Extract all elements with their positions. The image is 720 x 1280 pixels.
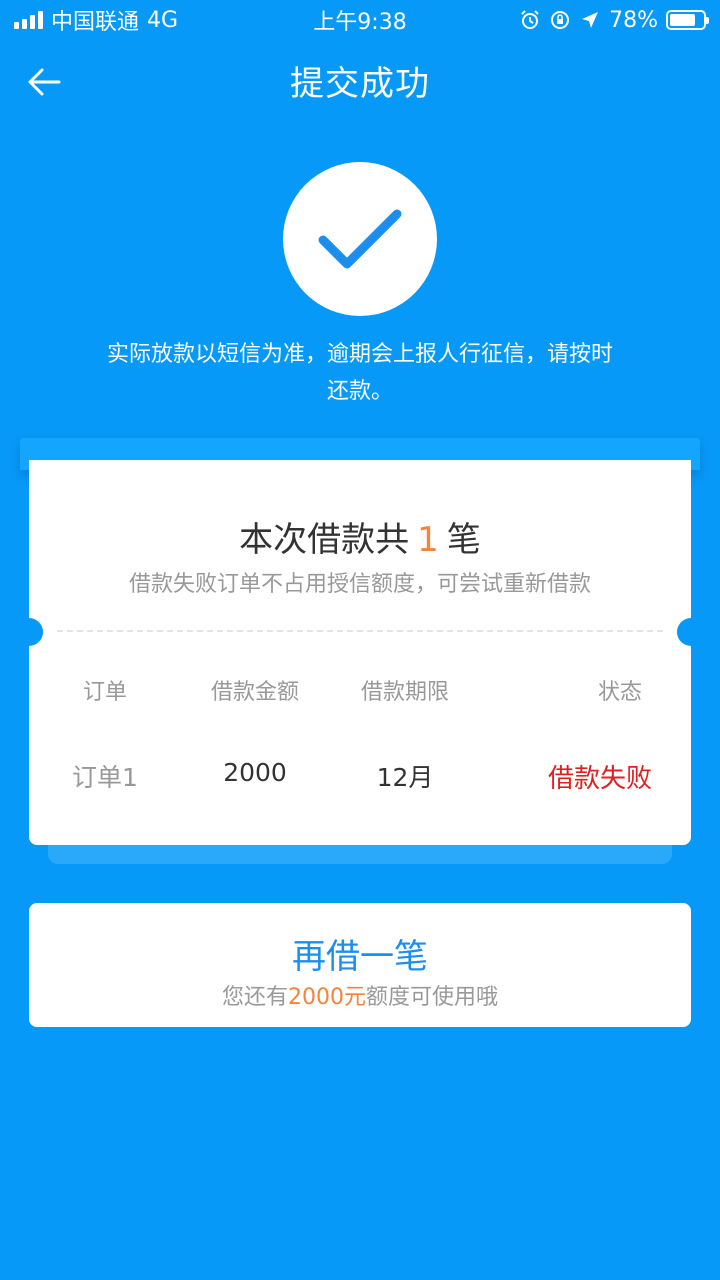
success-badge bbox=[283, 162, 437, 316]
network-label: 4G bbox=[147, 7, 179, 33]
header-order: 订单 bbox=[82, 680, 127, 705]
header-status: 状态 bbox=[597, 680, 642, 705]
loan-failure-hint: 借款失败订单不占用授信额度，可尝试重新借款 bbox=[128, 572, 591, 597]
row-order: 订单1 bbox=[72, 763, 138, 792]
nav-bar: 提交成功 bbox=[0, 40, 720, 120]
check-icon bbox=[318, 209, 402, 269]
alarm-icon bbox=[519, 9, 541, 31]
arrow-left-icon bbox=[28, 68, 61, 96]
ticket-divider bbox=[57, 630, 663, 632]
loan-count-title: 本次借款共 1 笔 bbox=[29, 512, 691, 561]
battery-level bbox=[670, 14, 695, 26]
battery-icon bbox=[666, 10, 709, 30]
credit-hint-suffix: 额度可使用哦 bbox=[366, 985, 499, 1010]
loan-count-prefix: 本次借款共 bbox=[239, 520, 410, 560]
rotation-lock-icon bbox=[549, 9, 571, 31]
page-title: 提交成功 bbox=[290, 63, 430, 104]
status-bar-left: 中国联通 4G bbox=[14, 4, 178, 36]
loan-count-suffix: 笔 bbox=[446, 520, 481, 560]
credit-amount: 2000元 bbox=[288, 985, 366, 1010]
ticket-notch-left bbox=[15, 618, 43, 646]
credit-hint-prefix: 您还有 bbox=[221, 985, 288, 1010]
status-bar: 中国联通 4G 上午9:38 78% bbox=[0, 0, 720, 40]
row-status: 借款失败 bbox=[547, 764, 652, 794]
header-amount: 借款金额 bbox=[210, 680, 299, 705]
row-amount: 2000 bbox=[223, 758, 287, 787]
repayment-notice: 实际放款以短信为准，逾期会上报人行征信，请按时还款。 bbox=[106, 342, 613, 404]
carrier-label: 中国联通 bbox=[51, 10, 140, 35]
back-button[interactable] bbox=[22, 60, 66, 104]
location-icon bbox=[579, 9, 601, 31]
battery-percent: 78% bbox=[609, 7, 658, 33]
borrow-again-title: 再借一笔 bbox=[292, 937, 428, 977]
signal-icon bbox=[14, 11, 43, 29]
status-bar-right: 78% bbox=[519, 7, 709, 33]
header-term: 借款期限 bbox=[360, 680, 449, 705]
ticket-notch-right bbox=[677, 618, 705, 646]
loan-count: 1 bbox=[417, 520, 439, 560]
row-term: 12月 bbox=[376, 763, 434, 792]
remaining-credit-hint: 您还有2000元额度可使用哦 bbox=[29, 979, 691, 1011]
borrow-again-button[interactable]: 再借一笔 您还有2000元额度可使用哦 bbox=[29, 903, 691, 1027]
loan-summary-card: 本次借款共 1 笔 借款失败订单不占用授信额度，可尝试重新借款 订单 借款金额 借款… bbox=[15, 460, 705, 845]
